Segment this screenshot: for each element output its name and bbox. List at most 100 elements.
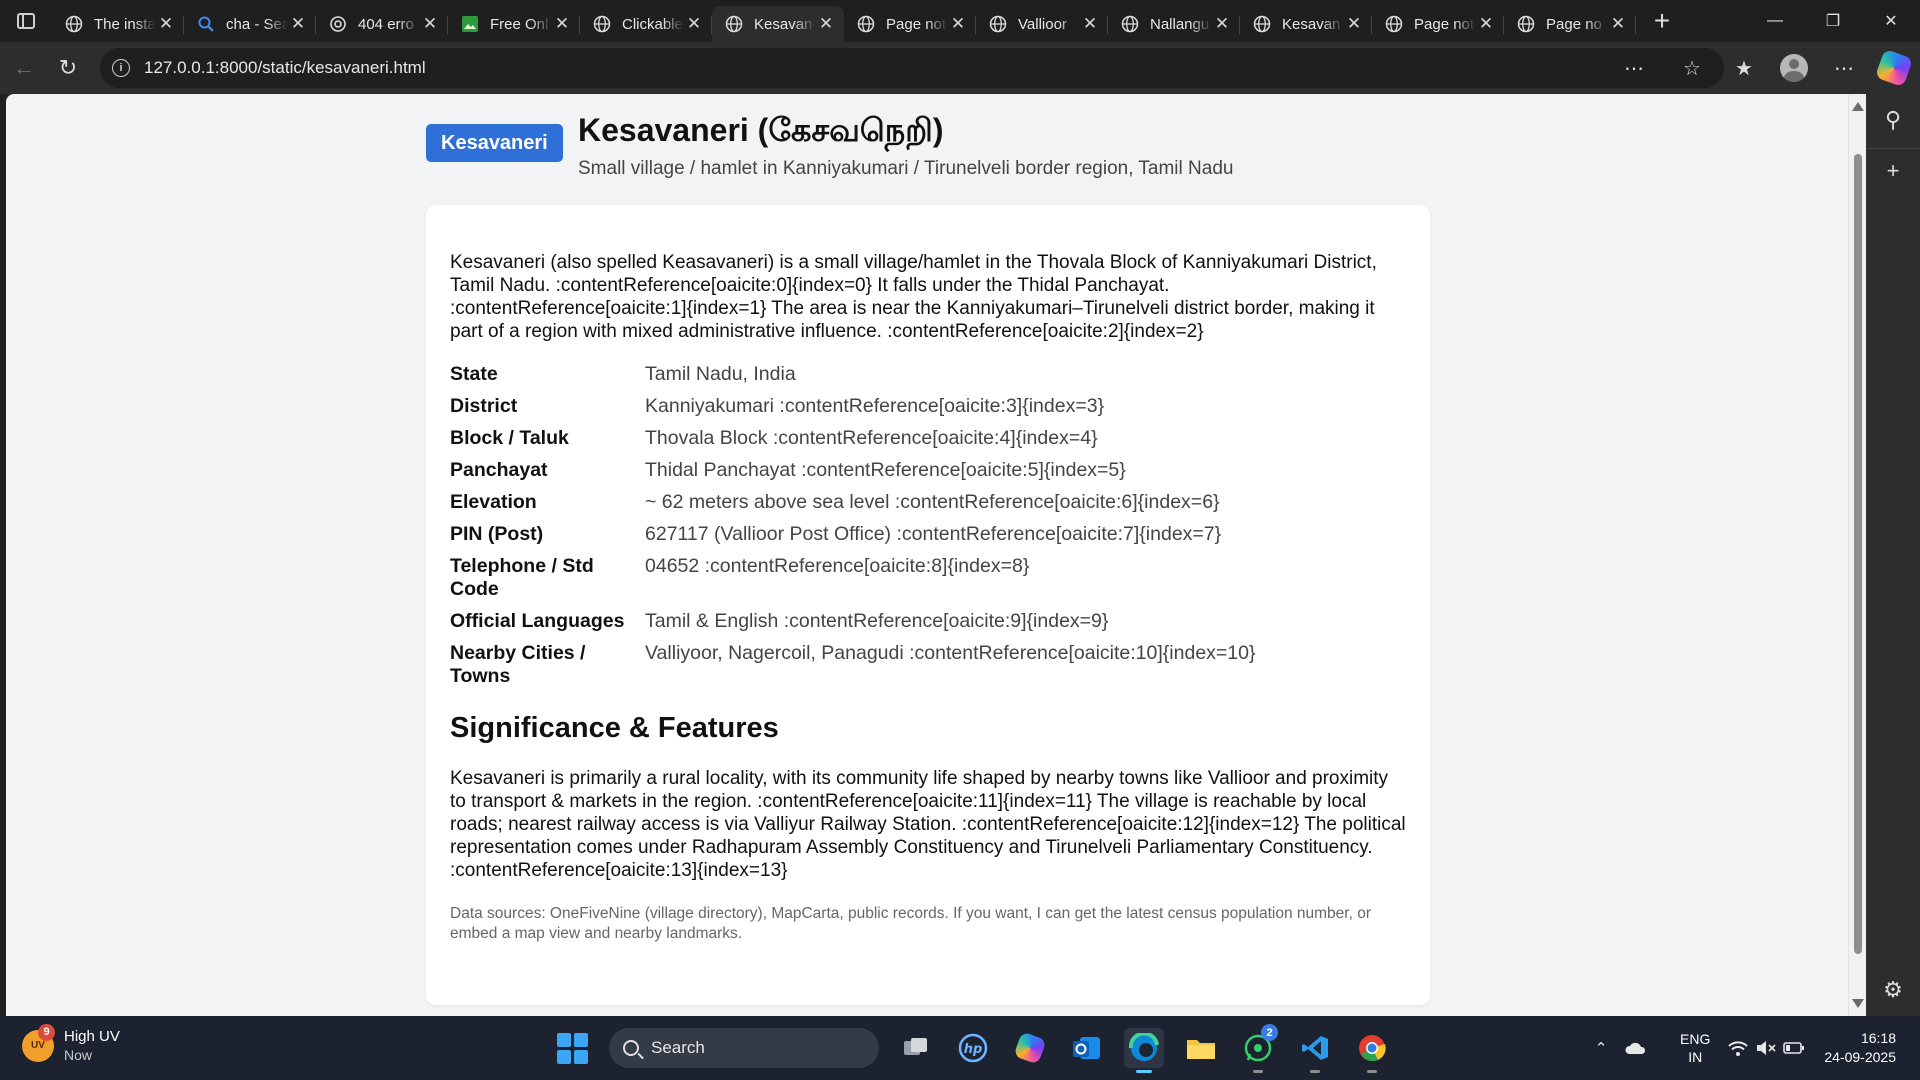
- fact-label: State: [450, 363, 498, 385]
- fact-row: PIN (Post) 627117 (Vallioor Post Office) …: [450, 523, 1406, 546]
- battery-icon[interactable]: [1780, 1042, 1808, 1054]
- chrome-icon[interactable]: [1352, 1028, 1392, 1073]
- task-view-icon[interactable]: [896, 1028, 936, 1068]
- tab[interactable]: Page not ✕: [844, 6, 976, 42]
- close-tab-icon[interactable]: ✕: [156, 14, 176, 34]
- page-header: Kesavaneri Kesavaneri (கேசவநெறி) Small v…: [426, 112, 1430, 192]
- tab-actions-button[interactable]: [0, 0, 52, 42]
- tab[interactable]: Vallioor ✕: [976, 6, 1108, 42]
- image-editor-icon: [460, 14, 480, 34]
- tab[interactable]: 404 erro ✕: [316, 6, 448, 42]
- whatsapp-badge: 2: [1261, 1024, 1278, 1041]
- restore-button[interactable]: ❐: [1804, 0, 1862, 42]
- site-info-icon[interactable]: i: [112, 59, 130, 77]
- profile-button[interactable]: [1776, 50, 1812, 86]
- outlook-icon[interactable]: [1067, 1028, 1107, 1068]
- wifi-icon[interactable]: [1724, 1040, 1752, 1056]
- scroll-down-icon[interactable]: [1852, 999, 1864, 1008]
- onedrive-icon[interactable]: [1616, 1041, 1656, 1055]
- scroll-thumb[interactable]: [1854, 154, 1862, 954]
- taskbar-search[interactable]: Search: [609, 1028, 879, 1068]
- taskbar-search-label: Search: [651, 1038, 705, 1057]
- settings-more-icon[interactable]: ⋯: [1826, 50, 1862, 86]
- whatsapp-icon[interactable]: 2: [1238, 1024, 1278, 1073]
- copilot-app-icon[interactable]: [1010, 1028, 1050, 1068]
- sidebar-settings-icon[interactable]: ⚙: [1866, 968, 1920, 1012]
- globe-icon: [1120, 14, 1140, 34]
- tab[interactable]: Free Onl ✕: [448, 6, 580, 42]
- close-tab-icon[interactable]: ✕: [1344, 14, 1364, 34]
- volume-muted-icon[interactable]: [1752, 1040, 1780, 1056]
- weather-widget[interactable]: UV 9 High UV Now: [22, 1023, 120, 1063]
- search-icon: [196, 14, 216, 34]
- globe-icon: [724, 14, 744, 34]
- taskbar-apps: Search hp 2: [552, 1024, 1392, 1073]
- close-tab-icon[interactable]: ✕: [1476, 14, 1496, 34]
- intro-paragraph: Kesavaneri (also spelled Keasavaneri) is…: [450, 252, 1377, 342]
- edge-browser-icon[interactable]: [1124, 1028, 1164, 1073]
- fact-value: Thidal Panchayat :contentReference[oaici…: [645, 459, 1126, 481]
- clock[interactable]: 16:18 24-09-2025: [1824, 1029, 1896, 1067]
- language-indicator[interactable]: ENG IN: [1680, 1030, 1710, 1066]
- tab-list: The insta ✕ cha - Sea ✕ 404 erro ✕ Free Onl ✕ Cl…: [52, 0, 1636, 42]
- close-tab-icon[interactable]: ✕: [552, 14, 572, 34]
- refresh-button[interactable]: ↻: [46, 46, 90, 90]
- close-window-button[interactable]: ✕: [1862, 0, 1920, 42]
- close-tab-icon[interactable]: ✕: [816, 14, 836, 34]
- favorite-star-icon[interactable]: ☆: [1674, 50, 1710, 86]
- openai-icon: [328, 14, 348, 34]
- sidebar-add-icon[interactable]: +: [1866, 148, 1920, 192]
- page-viewport: Kesavaneri Kesavaneri (கேசவநெறி) Small v…: [6, 94, 1848, 1016]
- fact-row: Telephone / Std Code 04652 :contentRefere…: [450, 555, 1406, 601]
- favorites-icon[interactable]: ★: [1726, 50, 1762, 86]
- sidebar-search-icon[interactable]: ⚲: [1866, 98, 1920, 142]
- close-tab-icon[interactable]: ✕: [420, 14, 440, 34]
- tab[interactable]: Page not ✕: [1372, 6, 1504, 42]
- close-tab-icon[interactable]: ✕: [684, 14, 704, 34]
- tab[interactable]: Kesavan ✕: [712, 6, 844, 42]
- start-button[interactable]: [552, 1028, 592, 1068]
- fact-row: Elevation ~ 62 meters above sea level :co…: [450, 491, 1406, 514]
- page-subtitle: Small village / hamlet in Kanniyakumari …: [578, 158, 1234, 179]
- file-explorer-icon[interactable]: [1181, 1028, 1221, 1068]
- close-tab-icon[interactable]: ✕: [288, 14, 308, 34]
- globe-icon: [1384, 14, 1404, 34]
- back-button[interactable]: ←: [2, 46, 46, 90]
- tab[interactable]: The insta ✕: [52, 6, 184, 42]
- tab[interactable]: Kesavan ✕: [1240, 6, 1372, 42]
- new-tab-button[interactable]: +: [1642, 1, 1682, 41]
- tab[interactable]: Clickable ✕: [580, 6, 712, 42]
- clock-time: 16:18: [1860, 1030, 1896, 1046]
- tab-title: Free Onl: [490, 15, 549, 33]
- url-text[interactable]: 127.0.0.1:8000/static/kesavaneri.html: [144, 58, 426, 78]
- uv-icon: UV 9: [22, 1023, 55, 1062]
- fact-value: Kanniyakumari :contentReference[oaicite:…: [645, 395, 1105, 417]
- tab[interactable]: cha - Sea ✕: [184, 6, 316, 42]
- scroll-up-icon[interactable]: [1852, 102, 1864, 111]
- hp-app-icon[interactable]: hp: [953, 1028, 993, 1068]
- close-tab-icon[interactable]: ✕: [948, 14, 968, 34]
- copilot-button[interactable]: [1874, 48, 1914, 88]
- fact-row: District Kanniyakumari :contentReference[…: [450, 395, 1406, 418]
- language-bottom: IN: [1688, 1049, 1703, 1065]
- tab[interactable]: Page no ✕: [1504, 6, 1636, 42]
- tab-title: 404 erro: [358, 15, 414, 33]
- fact-label: Panchayat: [450, 459, 548, 481]
- clock-date: 24-09-2025: [1824, 1049, 1896, 1065]
- minimize-button[interactable]: —: [1746, 0, 1804, 42]
- tab-strip: The insta ✕ cha - Sea ✕ 404 erro ✕ Free Onl ✕ Cl…: [0, 0, 1920, 42]
- brand-badge[interactable]: Kesavaneri: [426, 124, 563, 162]
- page-scrollbar[interactable]: [1848, 94, 1866, 1016]
- content-card: Kesavaneri (also spelled Keasavaneri) is…: [426, 205, 1430, 1005]
- close-tab-icon[interactable]: ✕: [1608, 14, 1628, 34]
- page-title: Kesavaneri (கேசவநெறி): [578, 112, 944, 148]
- more-page-actions-icon[interactable]: ⋯: [1616, 50, 1652, 86]
- close-tab-icon[interactable]: ✕: [1212, 14, 1232, 34]
- vscode-icon[interactable]: [1295, 1028, 1335, 1073]
- address-bar[interactable]: i 127.0.0.1:8000/static/kesavaneri.html …: [100, 48, 1724, 88]
- fact-row: Official Languages Tamil & English :conte…: [450, 610, 1406, 633]
- chevron-up-icon[interactable]: ⌃: [1586, 1039, 1616, 1057]
- tab[interactable]: Nallangu ✕: [1108, 6, 1240, 42]
- taskbar: UV 9 High UV Now Search hp 2 ⌃ ENG IN 16…: [0, 1016, 1920, 1080]
- close-tab-icon[interactable]: ✕: [1080, 14, 1100, 34]
